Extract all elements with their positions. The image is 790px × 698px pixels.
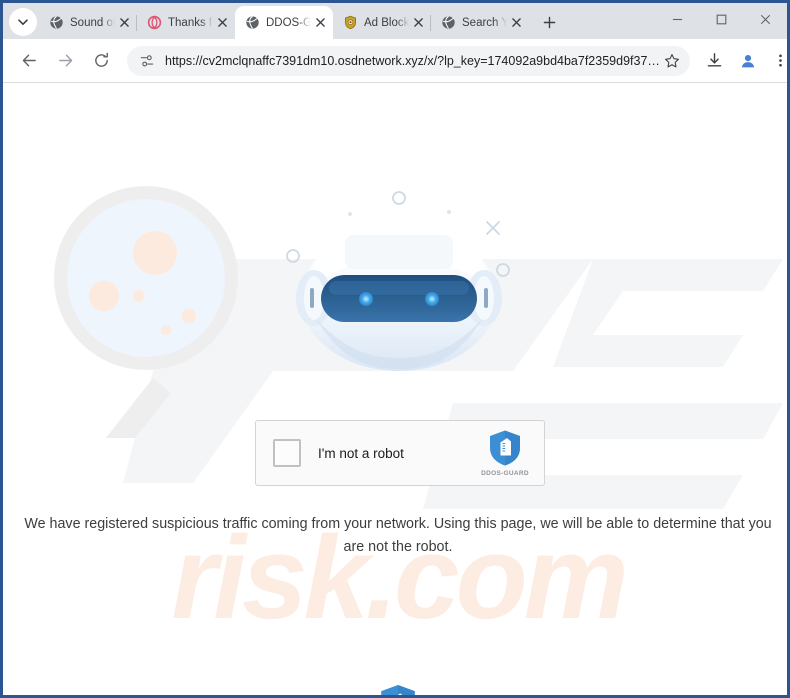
circle-icon [146,15,162,31]
captcha-checkbox-wrap [256,439,318,467]
close-icon [217,18,227,27]
window-minimize-button[interactable] [655,3,699,35]
more-vertical-icon [779,54,783,67]
globe-icon [244,15,260,31]
minimize-icon [672,18,682,20]
browser-toolbar: https://cv2mclqnaffc7391dm10.osdnetwork.… [3,39,787,83]
new-tab-button[interactable] [535,8,563,36]
maximize-icon [716,14,726,24]
tab-search-button[interactable] [9,8,37,36]
reload-icon [94,52,108,67]
avatar-icon [741,54,755,67]
hero-illustration [54,186,510,438]
ddos-guard-shield-icon [381,684,415,695]
profile-avatar[interactable] [734,47,762,75]
browser-tab-title-1: Thanks fo [168,16,213,29]
captcha-checkbox[interactable] [273,439,301,467]
suspicious-traffic-message: We have registered suspicious traffic co… [24,516,772,555]
magnifying-glass-illustration [54,186,238,438]
ddos-guard-shield-icon [490,430,520,466]
address-bar-url[interactable]: https://cv2mclqnaffc7391dm10.osdnetwork.… [165,54,660,68]
arrow-right-icon [58,54,72,67]
download-icon [708,53,722,67]
decor-circle-icon [496,263,510,277]
browser-tab-title-0: Sound of [70,16,115,29]
robot-head-illustration [296,224,502,371]
browser-tab-title-3: Ad Blocke [364,16,409,29]
globe-icon [48,15,64,31]
arrow-left-icon [22,54,36,67]
close-icon [413,18,423,27]
footer-brand: DDOS-GUARD [3,683,787,695]
close-icon [315,18,325,27]
browser-tab-0[interactable]: Sound of [39,6,137,39]
close-icon [511,18,521,27]
tab-close-button-1[interactable] [213,14,231,32]
chrome-menu-button[interactable] [767,47,787,75]
browser-tab-3[interactable]: Ad Blocke [332,6,431,39]
browser-tab-4[interactable]: Search YI [430,6,529,39]
window-controls [655,3,787,39]
close-icon [760,14,770,24]
chevron-down-icon [18,19,28,25]
address-bar[interactable]: https://cv2mclqnaffc7391dm10.osdnetwork.… [127,45,690,76]
reload-button[interactable] [86,46,116,76]
shield-icon [342,15,358,31]
downloads-button[interactable] [701,47,729,75]
tab-close-button-2[interactable] [311,14,329,32]
tab-strip: Sound of Thanks fo [3,3,787,39]
captcha-brand-name: DDOS-GUARD [481,470,529,477]
browser-tab-2[interactable]: DDOS-GU [235,6,333,39]
browser-window: Sound of Thanks fo [0,0,790,698]
browser-tab-1[interactable]: Thanks fo [136,6,235,39]
close-icon [119,18,129,27]
site-info-icon[interactable] [138,52,156,70]
captcha-brand: DDOS-GUARD [470,429,544,477]
window-maximize-button[interactable] [699,3,743,35]
decor-x-icon [486,221,500,235]
browser-tab-title-2: DDOS-GU [266,16,311,29]
bookmark-star-icon[interactable] [660,49,684,73]
browser-tab-title-4: Search YI [462,16,507,29]
page-content: risk.com I'm not a robot DDOS-GUARD We h… [3,83,787,695]
forward-button[interactable] [50,46,80,76]
decor-circle-icon [286,249,300,263]
decor-dot-icon [348,212,352,216]
captcha-widget[interactable]: I'm not a robot DDOS-GUARD [255,420,545,486]
tab-close-button-4[interactable] [507,14,525,32]
tab-close-button-0[interactable] [115,14,133,32]
decor-circle-icon [392,191,406,205]
globe-icon [440,15,456,31]
plus-icon [543,16,555,28]
back-button[interactable] [14,46,44,76]
tab-close-button-3[interactable] [409,14,427,32]
captcha-label: I'm not a robot [318,445,404,461]
window-close-button[interactable] [743,3,787,35]
decor-dot-icon [447,210,451,214]
